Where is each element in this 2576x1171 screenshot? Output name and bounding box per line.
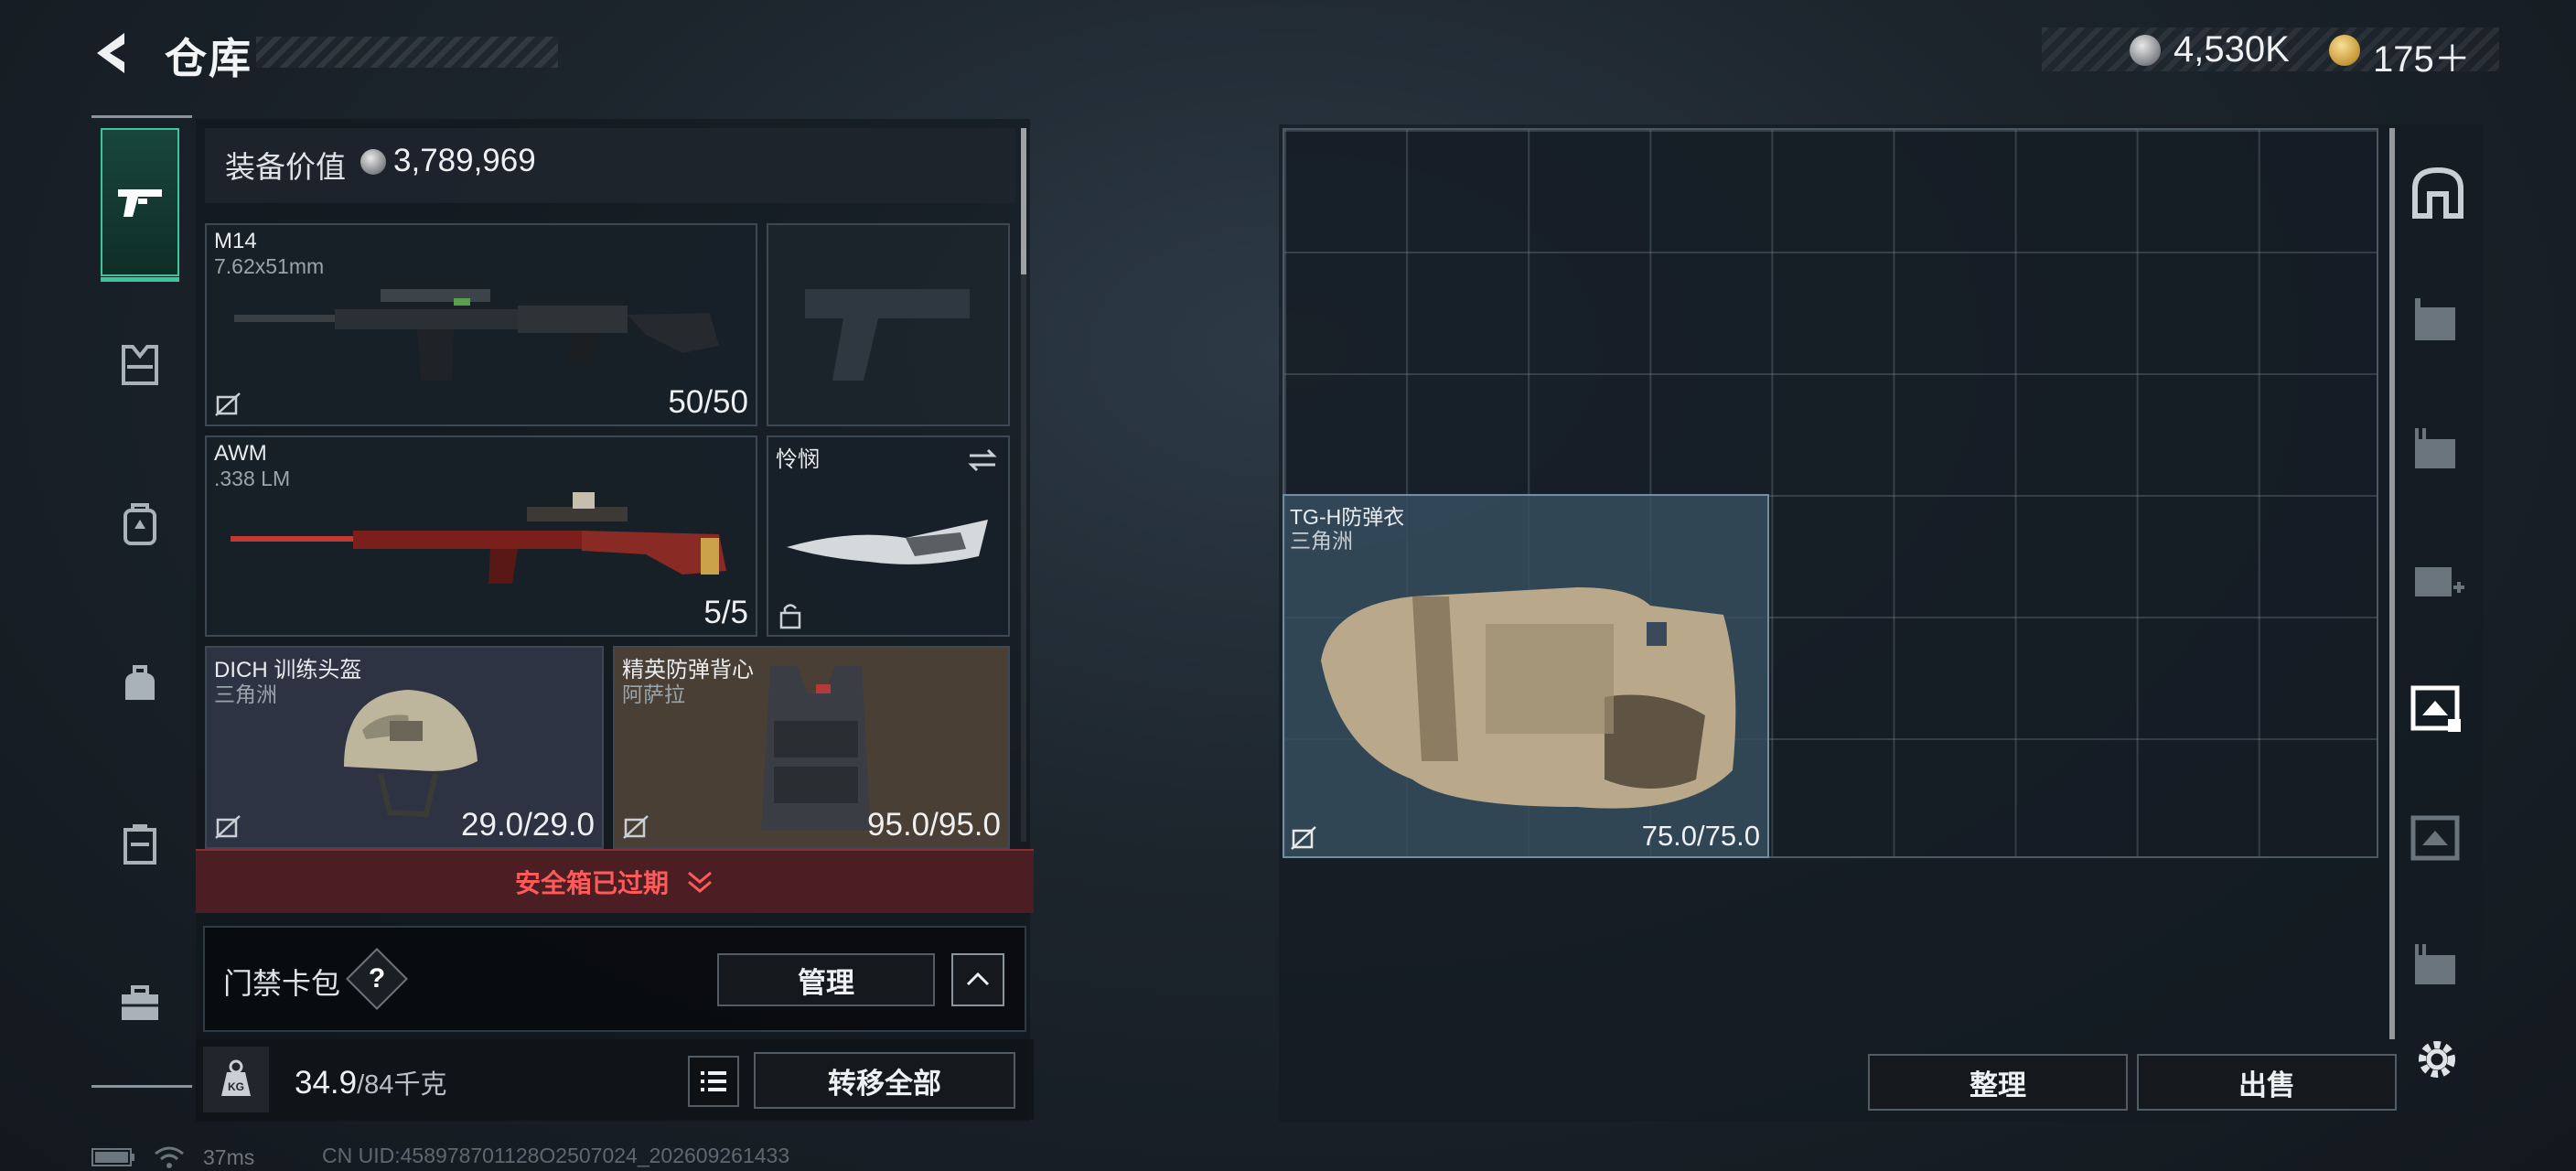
tg-h-armor-image xyxy=(1321,587,1736,809)
m14-rifle-image xyxy=(234,289,719,381)
chevron-down-icon xyxy=(688,871,712,893)
backpack-icon xyxy=(123,503,156,545)
helmet-origin: 三角洲 xyxy=(214,682,277,706)
wifi-icon xyxy=(155,1146,184,1168)
safe-box-status: 安全箱已过期 xyxy=(514,869,669,897)
pistol-icon xyxy=(118,189,162,217)
no-insurance-icon xyxy=(623,815,649,839)
storage-tab-4-icon[interactable] xyxy=(2408,679,2468,739)
durability-count: 29.0/29.0 xyxy=(461,807,595,843)
title-decoration xyxy=(256,37,558,68)
lock-icon xyxy=(779,604,801,629)
nav-container[interactable] xyxy=(101,803,179,886)
no-insurance-icon xyxy=(215,815,241,839)
manage-button[interactable]: 管理 xyxy=(717,953,935,1006)
silver-currency-amount: 4,530K xyxy=(2174,29,2290,70)
slot-melee[interactable]: 怜悯 xyxy=(767,435,1010,637)
equipment-value-label: 装备价值 xyxy=(225,150,346,184)
silver-coin-icon xyxy=(360,149,386,175)
svg-text:KG: KG xyxy=(228,1080,244,1093)
ping-readout: 37ms xyxy=(203,1144,255,1169)
helmet-image xyxy=(344,690,478,818)
status-bar: 37ms xyxy=(91,1144,254,1171)
nav-top-divider xyxy=(91,115,192,118)
back-arrow-icon[interactable] xyxy=(88,27,139,79)
awm-rifle-image xyxy=(231,492,726,584)
storage-scrollbar[interactable] xyxy=(2389,128,2395,1039)
ammo-count: 50/50 xyxy=(668,384,748,420)
safe-icon[interactable] xyxy=(2408,163,2468,223)
knife-image xyxy=(787,520,988,564)
slot-primary-weapon[interactable]: M14 7.62x51mm 50/50 xyxy=(205,223,757,426)
pistol-placeholder-icon xyxy=(805,289,970,381)
storage-tab-6-icon[interactable] xyxy=(2408,937,2468,997)
weapon-name: AWM xyxy=(214,441,267,466)
slot-sidearm-empty[interactable] xyxy=(767,223,1010,426)
storage-item-armor[interactable]: TG-H防弹衣 三角洲 75.0/75.0 xyxy=(1283,494,1769,858)
equipment-scroll-thumb[interactable] xyxy=(1021,128,1026,274)
no-insurance-icon xyxy=(1291,826,1316,850)
container-icon xyxy=(123,824,156,865)
weight-current: 34.9 xyxy=(295,1065,358,1101)
equipment-value: 3,789,969 xyxy=(393,143,536,178)
help-question-icon[interactable]: ? xyxy=(355,959,399,1003)
card-bag-label: 门禁卡包 xyxy=(223,967,341,1000)
no-insurance-icon xyxy=(215,392,241,416)
collapse-button[interactable] xyxy=(951,953,1004,1006)
storage-tab-1-icon[interactable] xyxy=(2408,291,2468,351)
weight-readout: 34.9/84千克 xyxy=(295,1063,446,1101)
slot-helmet[interactable]: DICH 训练头盔 三角洲 29.0/29.0 xyxy=(205,646,604,849)
nav-armor[interactable] xyxy=(101,324,179,406)
durability-count: 95.0/95.0 xyxy=(867,807,1001,843)
bag-icon xyxy=(125,665,155,700)
uid-text: CN UID:458978701128O2507024_202609261433 xyxy=(322,1144,790,1167)
kg-weight-icon: KG xyxy=(221,1059,251,1096)
nav-bag[interactable] xyxy=(101,644,179,726)
safe-box-banner[interactable]: 安全箱已过期 xyxy=(196,849,1034,913)
storage-tab-2-icon[interactable] xyxy=(2408,421,2468,481)
storage-tab-5-icon[interactable] xyxy=(2408,809,2468,869)
gold-currency-amount[interactable]: 175＋ xyxy=(2373,29,2471,82)
transfer-all-button[interactable]: 转移全部 xyxy=(754,1052,1015,1109)
chevron-up-icon xyxy=(966,972,990,986)
nav-bottom-divider xyxy=(91,1085,192,1088)
nav-backpack[interactable] xyxy=(101,483,179,565)
sell-button[interactable]: 出售 xyxy=(2137,1054,2397,1111)
armor-icon xyxy=(122,345,158,385)
slot-body-armor[interactable]: 精英防弹背心 阿萨拉 95.0/95.0 xyxy=(613,646,1010,849)
list-view-button[interactable] xyxy=(688,1056,739,1107)
ammo-count: 5/5 xyxy=(703,595,748,630)
gold-coin-icon xyxy=(2329,35,2360,66)
silver-coin-icon xyxy=(2130,35,2161,66)
melee-name: 怜悯 xyxy=(776,447,820,472)
sort-button[interactable]: 整理 xyxy=(1868,1054,2128,1111)
slot-secondary-weapon[interactable]: AWM .338 LM 5/5 xyxy=(205,435,757,637)
nav-weapon[interactable] xyxy=(101,128,179,282)
vest-image xyxy=(761,666,871,831)
weight-icon-box: KG xyxy=(203,1047,269,1112)
battery-icon xyxy=(91,1148,134,1166)
settings-gear-icon[interactable] xyxy=(2411,1034,2463,1085)
toolbox-icon xyxy=(122,985,158,1020)
item-origin: 三角洲 xyxy=(1290,529,1353,553)
nav-toolbox[interactable] xyxy=(101,962,179,1045)
swap-icon[interactable] xyxy=(966,446,999,474)
list-icon xyxy=(701,1071,726,1091)
armor-origin: 阿萨拉 xyxy=(622,682,685,706)
storage-tab-3-icon[interactable] xyxy=(2408,549,2468,609)
weapon-name: M14 xyxy=(214,229,257,253)
page-title: 仓库 xyxy=(165,35,252,82)
weight-max: /84千克 xyxy=(357,1070,447,1100)
durability-count: 75.0/75.0 xyxy=(1641,820,1760,852)
